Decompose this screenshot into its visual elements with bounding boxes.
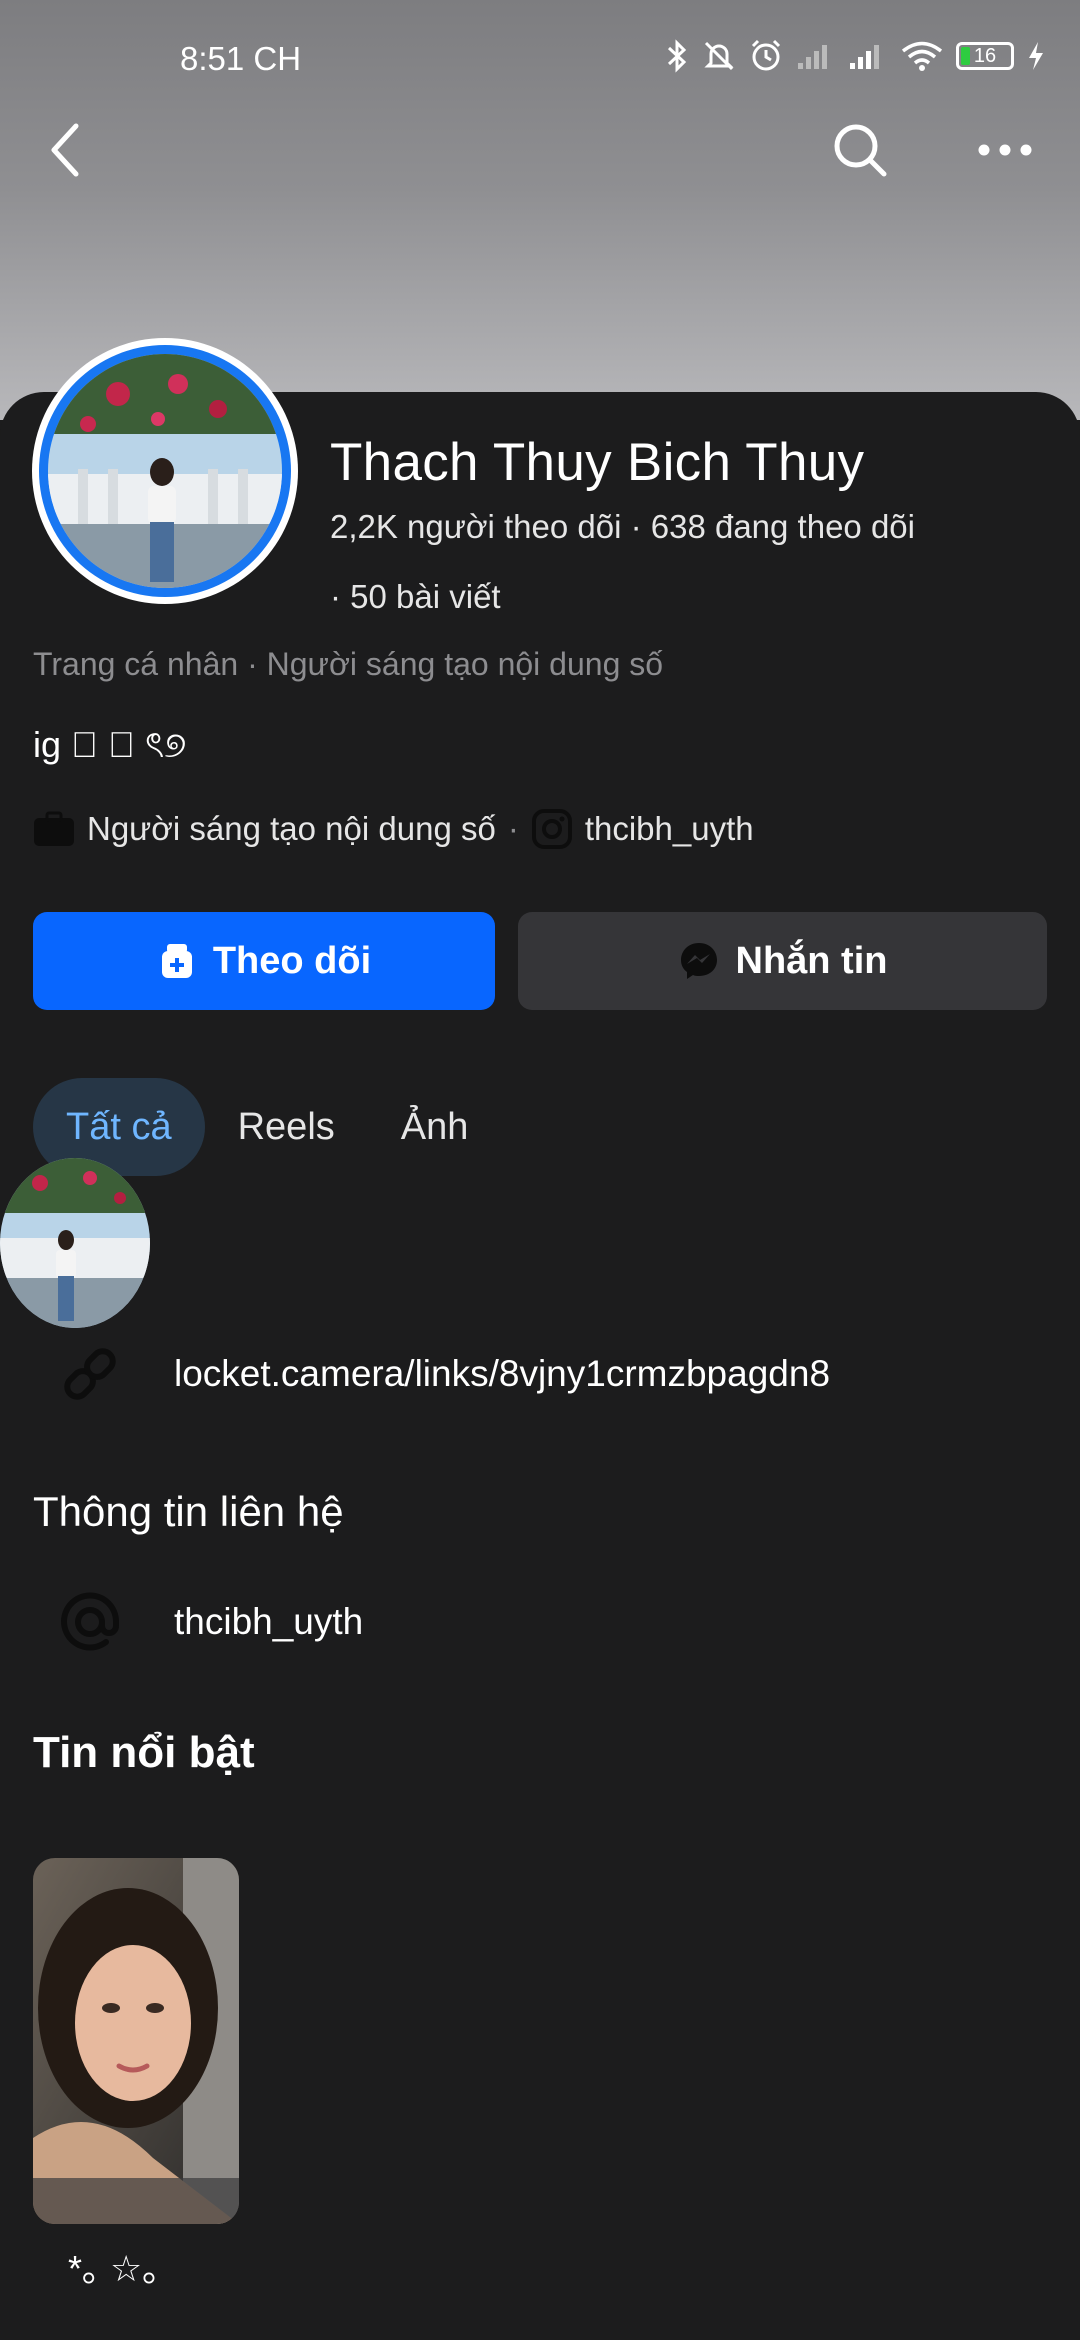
briefcase-icon bbox=[34, 811, 74, 846]
messenger-icon bbox=[680, 943, 717, 979]
more-options-button[interactable] bbox=[970, 125, 1040, 175]
contact-row[interactable]: thcibh_uyth bbox=[50, 1590, 363, 1654]
floating-avatar-bubble[interactable] bbox=[0, 1158, 150, 1328]
battery-level: 16 bbox=[973, 44, 997, 67]
profile-meta-row: Người sáng tạo nội dung số · thcibh_uyth bbox=[33, 808, 754, 850]
floating-avatar-photo bbox=[0, 1158, 150, 1328]
avatar-photo bbox=[48, 354, 282, 588]
post-count: · 50 bài viết bbox=[330, 578, 501, 615]
follow-label: Theo dõi bbox=[212, 939, 372, 982]
profile-bio: ig ⃝ ⭑ ৎ୭ bbox=[33, 724, 187, 765]
muted-bell-icon bbox=[704, 41, 734, 71]
wifi-icon bbox=[901, 41, 943, 71]
back-button[interactable] bbox=[40, 120, 90, 180]
profile-category: Trang cá nhân · Người sáng tạo nội dung … bbox=[33, 646, 664, 682]
highlight-label: *｡ ☆｡ bbox=[68, 2248, 161, 2289]
meta-category: Người sáng tạo nội dung số bbox=[87, 810, 496, 847]
instagram-username[interactable]: thcibh_uyth bbox=[585, 810, 754, 848]
message-label: Nhắn tin bbox=[735, 939, 888, 982]
tab-reels[interactable]: Reels bbox=[205, 1078, 368, 1176]
follower-stats[interactable]: 2,2K người theo dõi · 638 đang theo dõi bbox=[330, 508, 915, 546]
status-icons: 16 bbox=[664, 38, 1046, 74]
highlight-thumbnail bbox=[33, 1858, 239, 2224]
tab-photos[interactable]: Ảnh bbox=[368, 1078, 502, 1176]
battery-indicator: 16 bbox=[956, 42, 1014, 70]
follow-icon bbox=[161, 944, 192, 978]
more-dots-icon bbox=[978, 144, 1032, 156]
contact-username[interactable]: thcibh_uyth bbox=[174, 1601, 363, 1643]
signal-icon-1 bbox=[798, 45, 827, 69]
charging-icon bbox=[1029, 42, 1043, 70]
profile-name: Thach Thuy Bich Thuy bbox=[330, 433, 865, 492]
search-icon bbox=[834, 124, 887, 177]
alarm-icon bbox=[751, 39, 781, 71]
message-button[interactable]: Nhắn tin bbox=[518, 912, 1047, 1010]
search-button[interactable] bbox=[830, 120, 890, 180]
meta-separator: · bbox=[507, 810, 519, 847]
link-url[interactable]: locket.camera/links/8vjny1crmzbpagdn8 bbox=[174, 1353, 830, 1395]
bluetooth-icon bbox=[667, 39, 687, 73]
at-sign-icon bbox=[61, 1592, 120, 1651]
status-time: 8:51 CH bbox=[180, 40, 302, 77]
content-tabs: Tất cả Reels Ảnh bbox=[33, 1078, 501, 1176]
contact-heading: Thông tin liên hệ bbox=[33, 1488, 344, 1535]
back-arrow-icon bbox=[51, 123, 79, 177]
status-bar: 8:51 CH 16 bbox=[0, 0, 1080, 120]
follow-button[interactable]: Theo dõi bbox=[33, 912, 495, 1010]
link-icon bbox=[64, 1348, 116, 1400]
highlights-heading: Tin nổi bật bbox=[33, 1728, 255, 1777]
instagram-icon bbox=[531, 809, 572, 849]
highlight-story[interactable] bbox=[33, 1858, 239, 2224]
link-row[interactable]: locket.camera/links/8vjny1crmzbpagdn8 bbox=[50, 1342, 830, 1406]
signal-icon-2 bbox=[850, 45, 879, 69]
profile-avatar[interactable] bbox=[32, 338, 298, 604]
